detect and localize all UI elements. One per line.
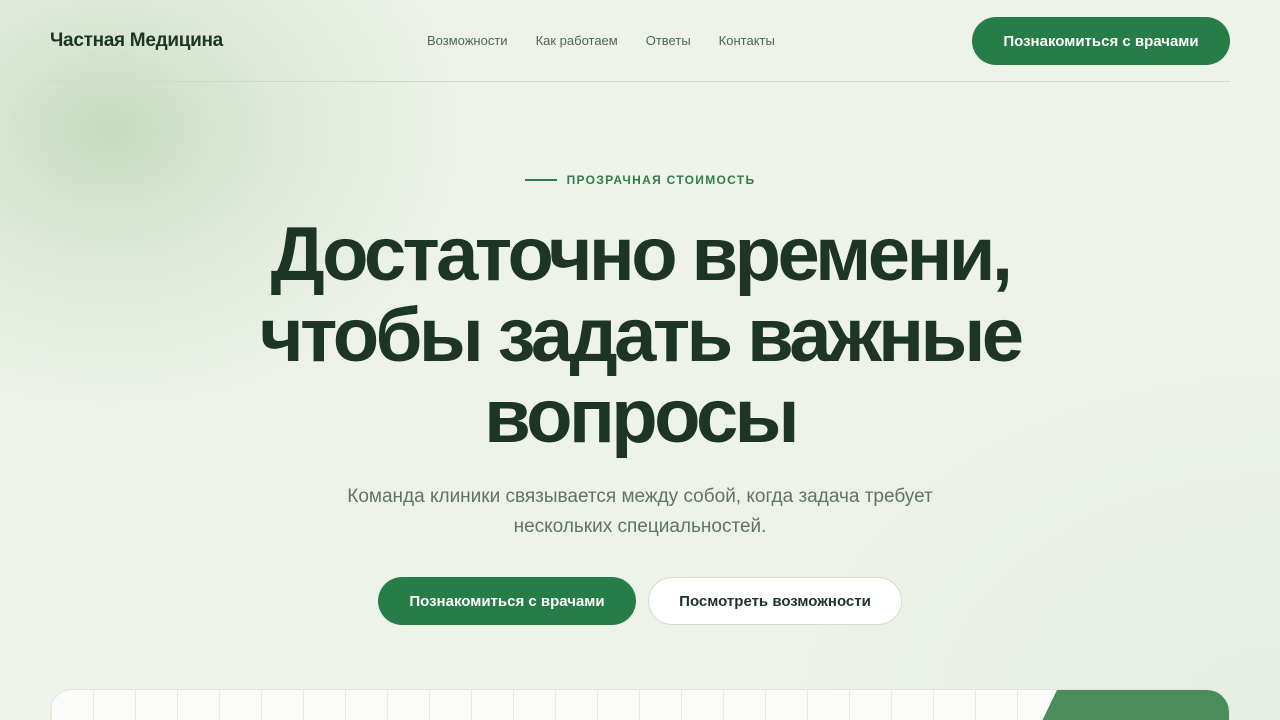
hero-title-line-2: чтобы задать важные [259, 293, 1024, 378]
hero-title-line-1: Достаточно времени, [270, 212, 1013, 297]
nav-link-features[interactable]: Возможности [427, 33, 508, 48]
nav-link-answers[interactable]: Ответы [646, 33, 691, 48]
hero-eyebrow: ПРОЗРАЧНАЯ СТОИМОСТЬ [0, 173, 1280, 187]
site-header: Частная Медицина Возможности Как работае… [50, 0, 1230, 82]
eyebrow-text: ПРОЗРАЧНАЯ СТОИМОСТЬ [566, 173, 756, 187]
nav-link-how-we-work[interactable]: Как работаем [536, 33, 618, 48]
hero-cta-group: Познакомиться с врачами Посмотреть возмо… [0, 577, 1280, 625]
hero-meet-doctors-button[interactable]: Познакомиться с врачами [378, 577, 636, 625]
hero-subtitle: Команда клиники связывается между собой,… [347, 486, 933, 537]
main-nav: Возможности Как работаем Ответы Контакты [427, 33, 775, 48]
header-meet-doctors-button[interactable]: Познакомиться с врачами [972, 17, 1230, 65]
logo[interactable]: Частная Медицина [50, 30, 223, 52]
eyebrow-line [524, 179, 557, 181]
hero-title: Достаточно времени, чтобы задать важные … [0, 214, 1280, 457]
hero-title-line-3: вопросы [484, 374, 799, 459]
preview-panel [50, 689, 1230, 720]
hero-view-features-button[interactable]: Посмотреть возможности [648, 577, 902, 625]
preview-accent-shape [1029, 690, 1229, 720]
nav-link-contacts[interactable]: Контакты [719, 33, 775, 48]
